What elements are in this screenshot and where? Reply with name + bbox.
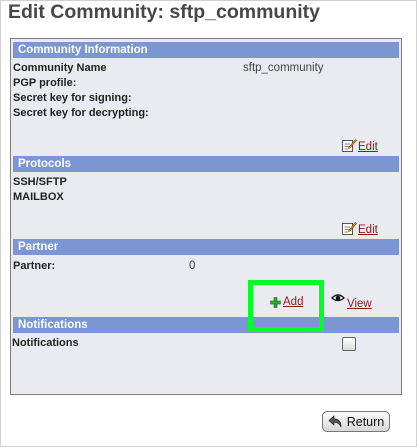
page-title: Edit Community: sftp_community (8, 1, 321, 23)
pgp-profile-label: PGP profile: (13, 77, 77, 89)
edit-icon (342, 139, 357, 152)
protocols-edit-label: Edit (358, 224, 378, 236)
partner-add-label: Add (283, 296, 304, 308)
edit-icon (342, 222, 357, 235)
return-label: Return (346, 414, 385, 429)
protocols-edit-link[interactable]: Edit (341, 220, 378, 236)
notifications-header: Notifications (13, 317, 399, 333)
partner-add-link[interactable]: Add (270, 296, 303, 308)
protocol-item: MAILBOX (13, 191, 64, 203)
protocol-item: SSH/SFTP (13, 176, 67, 188)
community-information-header: Community Information (13, 42, 399, 58)
return-button[interactable]: Return (322, 411, 390, 432)
community-name-value: sftp_community (243, 62, 324, 74)
partner-label: Partner: (13, 260, 56, 272)
notifications-checkbox[interactable] (342, 337, 356, 351)
community-edit-label: Edit (358, 141, 378, 153)
notifications-label: Notifications (12, 337, 79, 349)
secret-key-signing-label: Secret key for signing: (13, 92, 132, 104)
secret-key-decrypting-label: Secret key for decrypting: (13, 107, 149, 119)
community-edit-link[interactable]: Edit (341, 137, 378, 153)
return-arrow-icon (328, 414, 342, 427)
partner-count: 0 (189, 260, 196, 272)
partner-view-link[interactable]: View (331, 291, 372, 310)
eye-icon (331, 294, 345, 302)
partner-view-label: View (347, 298, 372, 310)
partner-header: Partner (13, 239, 399, 255)
protocols-header: Protocols (13, 156, 399, 172)
community-name-label: Community Name (13, 62, 107, 74)
plus-icon (270, 296, 281, 308)
